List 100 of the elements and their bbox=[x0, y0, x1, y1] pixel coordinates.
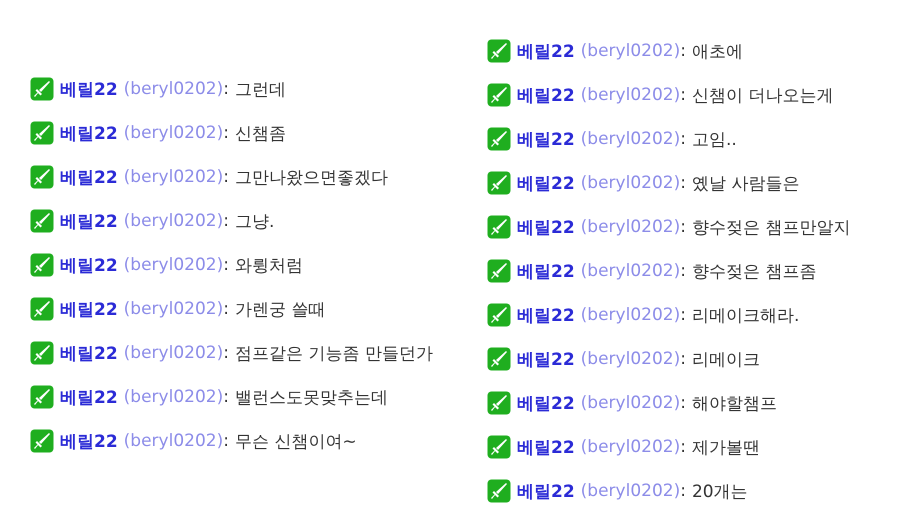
sword-badge-icon bbox=[30, 341, 54, 365]
user-handle: (beryl0202) bbox=[580, 349, 680, 369]
username: 베릴22 bbox=[60, 166, 118, 188]
user-handle: (beryl0202) bbox=[124, 343, 224, 363]
sword-badge-icon bbox=[30, 121, 54, 145]
username: 베릴22 bbox=[517, 172, 575, 194]
message-text: 와륑처럼 bbox=[234, 254, 303, 276]
username: 베릴22 bbox=[60, 342, 118, 364]
sword-badge-icon bbox=[487, 303, 511, 327]
message-text: 무슨 신챔이여~ bbox=[234, 430, 357, 452]
separator: : bbox=[680, 481, 686, 501]
sword-badge-icon bbox=[487, 215, 511, 239]
separator: : bbox=[223, 167, 229, 187]
message-text: 해야할챔프 bbox=[692, 392, 777, 414]
user-handle: (beryl0202) bbox=[124, 123, 224, 143]
message-text: 리메이크해라. bbox=[692, 304, 800, 326]
username: 베릴22 bbox=[517, 260, 575, 282]
user-handle: (beryl0202) bbox=[580, 129, 680, 149]
separator: : bbox=[223, 211, 229, 231]
separator: : bbox=[223, 79, 229, 99]
username: 베릴22 bbox=[60, 122, 118, 144]
separator: : bbox=[680, 437, 686, 457]
sword-badge-icon bbox=[30, 429, 54, 453]
message-text: 리메이크 bbox=[692, 348, 760, 370]
username: 베릴22 bbox=[517, 216, 575, 238]
message-text: 제가볼땐 bbox=[692, 436, 760, 458]
username: 베릴22 bbox=[517, 348, 575, 370]
username: 베릴22 bbox=[60, 78, 118, 100]
message-text: 향수젖은 챔프만알지 bbox=[692, 216, 850, 238]
username: 베릴22 bbox=[60, 386, 118, 408]
user-handle: (beryl0202) bbox=[580, 437, 680, 457]
username: 베릴22 bbox=[517, 40, 575, 62]
separator: : bbox=[223, 387, 229, 407]
sword-badge-icon bbox=[487, 39, 511, 63]
user-handle: (beryl0202) bbox=[580, 481, 680, 501]
separator: : bbox=[680, 217, 686, 237]
separator: : bbox=[680, 261, 686, 281]
username: 베릴22 bbox=[60, 254, 118, 276]
sword-badge-icon bbox=[487, 171, 511, 195]
user-handle: (beryl0202) bbox=[580, 85, 680, 105]
user-handle: (beryl0202) bbox=[580, 217, 680, 237]
sword-badge-icon bbox=[487, 479, 511, 503]
message-text: 밸런스도못맞추는데 bbox=[234, 386, 388, 408]
separator: : bbox=[680, 393, 686, 413]
sword-badge-icon bbox=[30, 165, 54, 189]
sword-badge-icon bbox=[30, 385, 54, 409]
user-handle: (beryl0202) bbox=[124, 79, 224, 99]
username: 베릴22 bbox=[517, 304, 575, 326]
user-handle: (beryl0202) bbox=[124, 211, 224, 231]
username: 베릴22 bbox=[60, 298, 118, 320]
sword-badge-icon bbox=[487, 259, 511, 283]
sword-badge-icon bbox=[487, 435, 511, 459]
user-handle: (beryl0202) bbox=[124, 255, 224, 275]
username: 베릴22 bbox=[517, 392, 575, 414]
separator: : bbox=[223, 343, 229, 363]
user-handle: (beryl0202) bbox=[580, 393, 680, 413]
username: 베릴22 bbox=[517, 436, 575, 458]
username: 베릴22 bbox=[517, 128, 575, 150]
sword-badge-icon bbox=[487, 391, 511, 415]
sword-badge-icon bbox=[487, 347, 511, 371]
message-text: 20개는 bbox=[692, 480, 748, 502]
separator: : bbox=[680, 41, 686, 61]
separator: : bbox=[223, 123, 229, 143]
sword-badge-icon bbox=[487, 127, 511, 151]
username: 베릴22 bbox=[517, 480, 575, 502]
user-handle: (beryl0202) bbox=[124, 167, 224, 187]
user-handle: (beryl0202) bbox=[124, 299, 224, 319]
user-handle: (beryl0202) bbox=[580, 305, 680, 325]
username: 베릴22 bbox=[60, 430, 118, 452]
user-handle: (beryl0202) bbox=[580, 261, 680, 281]
separator: : bbox=[680, 85, 686, 105]
separator: : bbox=[680, 129, 686, 149]
separator: : bbox=[680, 305, 686, 325]
message-text: 향수젖은 챔프좀 bbox=[692, 260, 816, 282]
username: 베릴22 bbox=[60, 210, 118, 232]
separator: : bbox=[223, 255, 229, 275]
separator: : bbox=[680, 349, 686, 369]
message-text: 신챔좀 bbox=[234, 122, 286, 144]
message-text: 그런데 bbox=[234, 78, 286, 100]
message-text: 점프같은 기능좀 만들던가 bbox=[234, 342, 433, 364]
user-handle: (beryl0202) bbox=[124, 431, 224, 451]
message-text: 가렌궁 쓸때 bbox=[234, 298, 326, 320]
message-text: 그만나왔으면좋겠다 bbox=[234, 166, 388, 188]
separator: : bbox=[680, 173, 686, 193]
sword-badge-icon bbox=[30, 297, 54, 321]
separator: : bbox=[223, 431, 229, 451]
message-text: 애초에 bbox=[692, 40, 743, 62]
sword-badge-icon bbox=[30, 253, 54, 277]
user-handle: (beryl0202) bbox=[580, 41, 680, 61]
user-handle: (beryl0202) bbox=[580, 173, 680, 193]
sword-badge-icon bbox=[487, 83, 511, 107]
message-text: 신챔이 더나오는게 bbox=[692, 84, 834, 106]
message-text: 고임.. bbox=[692, 128, 737, 150]
sword-badge-icon bbox=[30, 77, 54, 101]
sword-badge-icon bbox=[30, 209, 54, 233]
user-handle: (beryl0202) bbox=[124, 387, 224, 407]
separator: : bbox=[223, 299, 229, 319]
username: 베릴22 bbox=[517, 84, 575, 106]
message-text: 그냥. bbox=[234, 210, 274, 232]
message-text: 옜날 사람들은 bbox=[692, 172, 800, 194]
